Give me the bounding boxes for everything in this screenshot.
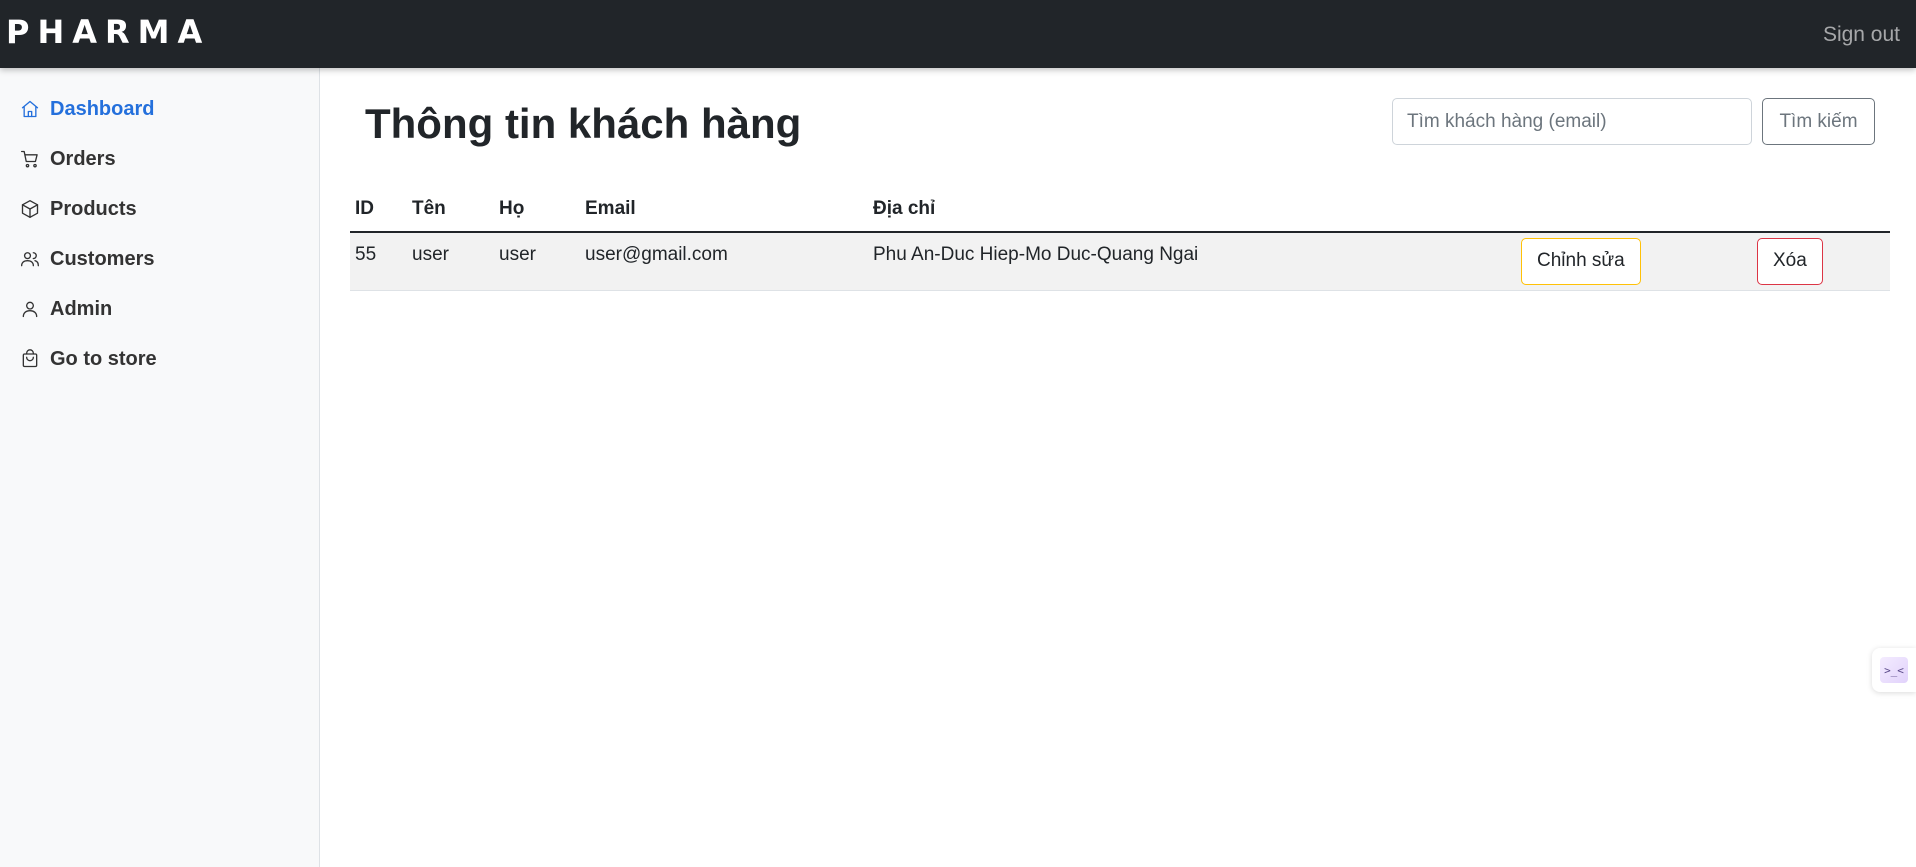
sign-out-link[interactable]: Sign out [1823, 22, 1900, 48]
cell-email: user@gmail.com [580, 232, 868, 291]
home-icon [20, 99, 40, 119]
user-icon [20, 299, 40, 319]
column-header-edit [1516, 186, 1752, 233]
cell-first-name: user [407, 232, 494, 291]
top-navbar: PHARMA Sign out [0, 0, 1916, 68]
sidebar-item-orders[interactable]: Orders [0, 134, 319, 184]
users-icon [20, 249, 40, 269]
table-header-row: ID Tên Họ Email Địa chỉ [350, 186, 1890, 233]
table-row: 55 user user user@gmail.com Phu An-Duc H… [350, 232, 1890, 291]
column-header-last-name: Họ [494, 186, 580, 233]
sidebar-item-label: Admin [50, 297, 113, 320]
cell-address: Phu An-Duc Hiep-Mo Duc-Quang Ngai [868, 232, 1516, 291]
edit-button[interactable]: Chỉnh sửa [1521, 237, 1641, 285]
sidebar-item-label: Orders [50, 147, 116, 170]
sidebar-item-label: Go to store [50, 347, 157, 370]
sidebar-item-label: Products [50, 197, 137, 220]
sidebar-item-admin[interactable]: Admin [0, 284, 319, 334]
cell-last-name: user [494, 232, 580, 291]
sidebar-item-products[interactable]: Products [0, 184, 319, 234]
cell-edit: Chỉnh sửa [1516, 232, 1752, 291]
cell-delete: Xóa [1752, 232, 1890, 291]
package-icon [20, 199, 40, 219]
sidebar-item-go-to-store[interactable]: Go to store [0, 334, 319, 384]
extension-icon: >_< [1880, 657, 1908, 683]
column-header-id: ID [350, 186, 407, 233]
cart-icon [20, 149, 40, 169]
delete-button[interactable]: Xóa [1757, 237, 1823, 285]
search-button[interactable]: Tìm kiếm [1762, 98, 1875, 145]
customers-table: ID Tên Họ Email Địa chỉ 55 user user use… [350, 186, 1890, 291]
column-header-first-name: Tên [407, 186, 494, 233]
column-header-email: Email [580, 186, 868, 233]
sidebar-item-label: Dashboard [50, 97, 155, 120]
sidebar-item-dashboard[interactable]: Dashboard [0, 84, 319, 134]
brand-logo[interactable]: PHARMA [6, 14, 210, 50]
cell-id: 55 [350, 232, 407, 291]
shopping-bag-icon [20, 349, 40, 369]
extension-widget[interactable]: >_< [1872, 648, 1916, 692]
sidebar: Dashboard Orders Products Customers Admi… [0, 68, 320, 867]
column-header-delete [1752, 186, 1890, 233]
sidebar-item-label: Customers [50, 247, 155, 270]
sidebar-item-customers[interactable]: Customers [0, 234, 319, 284]
search-input[interactable] [1392, 98, 1752, 145]
page-title: Thông tin khách hàng [365, 100, 802, 147]
column-header-address: Địa chỉ [868, 186, 1516, 233]
